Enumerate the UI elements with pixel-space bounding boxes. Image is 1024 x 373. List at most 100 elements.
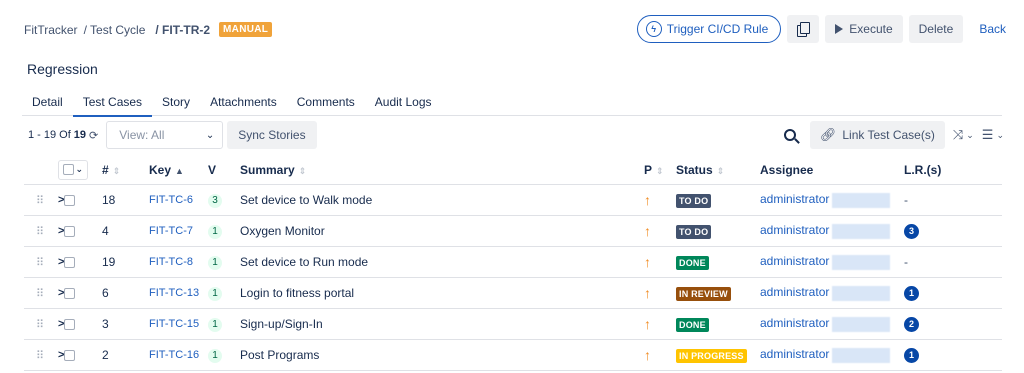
lr-value[interactable]: 1 [904, 286, 919, 301]
tab-attachments[interactable]: Attachments [200, 94, 287, 116]
table-row[interactable]: ⠿ > 18 FIT-TC-6 3 Set device to Walk mod… [24, 185, 1002, 216]
col-summary[interactable]: Summary ⇕ [240, 163, 306, 177]
expand-chevron-icon[interactable]: > [42, 349, 64, 361]
row-key-link[interactable]: FIT-TC-15 [149, 318, 199, 330]
sort-icon: ⇕ [656, 165, 664, 176]
row-checkbox[interactable] [64, 349, 84, 361]
expand-chevron-icon[interactable]: > [42, 318, 64, 330]
assignee-link[interactable]: administrator [760, 347, 829, 361]
drag-handle-icon[interactable]: ⠿ [24, 225, 44, 238]
col-p[interactable]: P ⇕ [644, 163, 664, 177]
row-checkbox[interactable] [64, 256, 84, 268]
row-summary: Post Programs [240, 348, 320, 362]
row-key-link[interactable]: FIT-TC-8 [149, 256, 193, 268]
sort-icon: ⇕ [298, 165, 307, 176]
sort-icon: ⇕ [112, 165, 121, 176]
assignee-link[interactable]: administrator [760, 316, 829, 330]
tab-detail[interactable]: Detail [22, 94, 73, 116]
tab-comments[interactable]: Comments [287, 94, 365, 116]
delete-button[interactable]: Delete [908, 15, 964, 43]
link-test-cases-label: Link Test Case(s) [842, 128, 935, 142]
toolbar-right: 🔗︎ Link Test Case(s) ⤨ ⌄ ☰ ⌄ [783, 121, 1004, 149]
checkbox [64, 256, 75, 268]
lr-value[interactable]: 3 [904, 224, 919, 239]
version-pill: 1 [208, 287, 222, 301]
version-pill: 3 [208, 194, 222, 208]
assignee-link[interactable]: administrator [760, 192, 829, 206]
checkbox [64, 318, 75, 330]
row-version: 1 [208, 223, 222, 239]
header-actions: ϟ Trigger CI/CD Rule Execute Delete Back [636, 15, 1010, 43]
copy-button[interactable] [787, 15, 820, 43]
execute-button[interactable]: Execute [825, 15, 903, 43]
trigger-cicd-button[interactable]: ϟ Trigger CI/CD Rule [636, 15, 782, 43]
col-key[interactable]: Key ▲ [149, 163, 184, 177]
row-key-link[interactable]: FIT-TC-6 [149, 194, 193, 206]
row-checkbox[interactable] [64, 287, 84, 299]
drag-handle-icon[interactable]: ⠿ [24, 287, 44, 300]
col-num[interactable]: # ⇕ [102, 163, 120, 177]
row-key-link[interactable]: FIT-TC-7 [149, 225, 193, 237]
drag-handle-icon[interactable]: ⠿ [24, 256, 44, 269]
table-row[interactable]: ⠿ > 3 FIT-TC-15 1 Sign-up/Sign-In ↑ DONE… [24, 309, 1002, 340]
view-select[interactable]: View: All ⌄ [106, 121, 224, 149]
col-summary-label: Summary [240, 162, 295, 177]
search-icon[interactable] [783, 129, 796, 141]
table-row[interactable]: ⠿ > 4 FIT-TC-7 1 Oxygen Monitor ↑ TO DO … [24, 216, 1002, 247]
lr-value[interactable]: - [904, 193, 908, 207]
row-status: IN PROGRESS [676, 348, 747, 363]
drag-handle-icon[interactable]: ⠿ [24, 194, 44, 207]
row-key-link[interactable]: FIT-TC-13 [149, 287, 199, 299]
tab-story[interactable]: Story [152, 94, 200, 116]
back-button[interactable]: Back [969, 15, 1010, 43]
priority-up-icon: ↑ [644, 192, 651, 208]
version-pill: 1 [208, 349, 222, 363]
lr-value[interactable]: 2 [904, 317, 919, 332]
row-assignee: administrator [760, 316, 891, 332]
expand-chevron-icon[interactable]: > [42, 194, 64, 206]
lr-value[interactable]: 1 [904, 348, 919, 363]
row-checkbox[interactable] [64, 225, 84, 237]
assignee-link[interactable]: administrator [760, 254, 829, 268]
tab-test-cases[interactable]: Test Cases [72, 94, 153, 117]
link-test-cases-button[interactable]: 🔗︎ Link Test Case(s) [809, 121, 945, 149]
filter-menu[interactable]: ☰ ⌄ [982, 127, 1004, 143]
expand-chevron-icon[interactable]: > [42, 225, 64, 237]
row-checkbox[interactable] [64, 318, 84, 330]
row-assignee: administrator [760, 285, 891, 301]
expand-chevron-icon[interactable]: > [42, 256, 64, 268]
assignee-link[interactable]: administrator [760, 223, 829, 237]
sync-stories-button[interactable]: Sync Stories [227, 121, 317, 149]
breadcrumb-cycle[interactable]: / Test Cycle [84, 23, 146, 37]
row-checkbox[interactable] [64, 194, 84, 206]
checkbox [64, 194, 75, 206]
shuffle-menu[interactable]: ⤨ ⌄ [953, 127, 974, 143]
lr-value[interactable]: - [904, 255, 908, 269]
table-row[interactable]: ⠿ > 6 FIT-TC-13 1 Login to fitness porta… [24, 278, 1002, 309]
copy-icon [797, 22, 811, 37]
expand-chevron-icon[interactable]: > [42, 287, 64, 299]
col-assignee: Assignee [760, 162, 814, 177]
shuffle-icon: ⤨ [952, 127, 964, 142]
chevron-down-icon: ⌄ [75, 164, 83, 174]
drag-handle-icon[interactable]: ⠿ [24, 349, 44, 362]
tab-audit-logs[interactable]: Audit Logs [365, 94, 442, 116]
redacted-area [832, 347, 891, 363]
assignee-link[interactable]: administrator [760, 285, 829, 299]
row-assignee: administrator [760, 223, 891, 239]
row-number: 3 [102, 317, 109, 331]
col-status[interactable]: Status ⇕ [676, 163, 724, 177]
refresh-icon[interactable]: ⟳ [89, 129, 98, 142]
row-key-link[interactable]: FIT-TC-16 [149, 349, 199, 361]
table-row[interactable]: ⠿ > 2 FIT-TC-16 1 Post Programs ↑ IN PRO… [24, 340, 1002, 371]
col-status-label: Status [676, 162, 713, 177]
drag-handle-icon[interactable]: ⠿ [24, 318, 44, 331]
row-summary: Oxygen Monitor [240, 224, 325, 238]
select-all-checkbox[interactable]: ⌄ [58, 159, 88, 180]
status-badge: DONE [676, 255, 709, 270]
row-number: 4 [102, 224, 109, 238]
breadcrumb-project[interactable]: FitTracker [24, 23, 78, 37]
manual-badge: MANUAL [219, 22, 273, 37]
execute-label: Execute [849, 22, 893, 36]
table-row[interactable]: ⠿ > 19 FIT-TC-8 1 Set device to Run mode… [24, 247, 1002, 278]
